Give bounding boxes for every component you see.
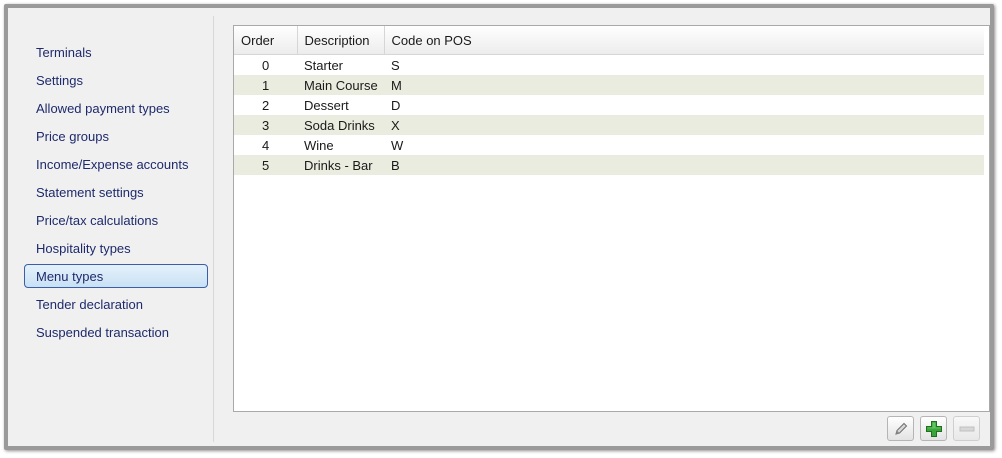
pencil-icon bbox=[894, 422, 907, 435]
grid-toolbar bbox=[887, 416, 980, 441]
plus-icon bbox=[925, 420, 942, 437]
add-button[interactable] bbox=[920, 416, 947, 441]
remove-button[interactable] bbox=[953, 416, 980, 441]
cell-description: Wine bbox=[304, 137, 334, 153]
sidebar-item-statement-settings[interactable]: Statement settings bbox=[24, 180, 208, 204]
menu-types-grid: Order Description Code on POS 0 Starter … bbox=[233, 25, 990, 412]
cell-code-on-pos: S bbox=[391, 57, 400, 73]
cell-description: Dessert bbox=[304, 97, 349, 113]
edit-button[interactable] bbox=[887, 416, 914, 441]
sidebar-nav: Terminals Settings Allowed payment types… bbox=[24, 40, 208, 348]
cell-code-on-pos: B bbox=[384, 155, 984, 175]
cell-order: 3 bbox=[234, 115, 297, 135]
sidebar-item-income-expense-accounts[interactable]: Income/Expense accounts bbox=[24, 152, 208, 176]
table-row[interactable]: 3 Soda Drinks X bbox=[234, 115, 984, 135]
sidebar-item-settings[interactable]: Settings bbox=[24, 68, 208, 92]
sidebar-item-suspended-transaction[interactable]: Suspended transaction bbox=[24, 320, 208, 344]
cell-description: Starter bbox=[304, 57, 344, 73]
column-header-code-on-pos[interactable]: Code on POS bbox=[384, 26, 984, 55]
cell-code-on-pos: W bbox=[391, 137, 404, 153]
table-row[interactable]: 0 Starter S bbox=[234, 55, 984, 76]
sidebar-item-price-tax-calculations[interactable]: Price/tax calculations bbox=[24, 208, 208, 232]
cell-order: 0 bbox=[262, 57, 270, 73]
sidebar: Terminals Settings Allowed payment types… bbox=[16, 16, 214, 442]
cell-code-on-pos: X bbox=[384, 115, 984, 135]
sidebar-item-tender-declaration[interactable]: Tender declaration bbox=[24, 292, 208, 316]
table-row[interactable]: 4 Wine W bbox=[234, 135, 984, 155]
cell-description: Soda Drinks bbox=[297, 115, 384, 135]
sidebar-item-menu-types[interactable]: Menu types bbox=[24, 264, 208, 288]
cell-order: 1 bbox=[234, 75, 297, 95]
cell-order: 4 bbox=[262, 137, 270, 153]
table-row[interactable]: 2 Dessert D bbox=[234, 95, 984, 115]
column-header-description[interactable]: Description bbox=[297, 26, 385, 55]
cell-order: 5 bbox=[234, 155, 297, 175]
sidebar-item-hospitality-types[interactable]: Hospitality types bbox=[24, 236, 208, 260]
sidebar-item-price-groups[interactable]: Price groups bbox=[24, 124, 208, 148]
cell-order: 2 bbox=[262, 97, 270, 113]
cell-description: Drinks - Bar bbox=[297, 155, 384, 175]
table-row[interactable]: 5 Drinks - Bar B bbox=[234, 155, 984, 175]
sidebar-item-terminals[interactable]: Terminals bbox=[24, 40, 208, 64]
window-frame: Terminals Settings Allowed payment types… bbox=[4, 4, 994, 450]
table-header-row: Order Description Code on POS bbox=[234, 26, 984, 55]
table-row[interactable]: 1 Main Course M bbox=[234, 75, 984, 95]
cell-description: Main Course bbox=[297, 75, 384, 95]
cell-code-on-pos: M bbox=[384, 75, 984, 95]
menu-types-table: Order Description Code on POS 0 Starter … bbox=[234, 26, 984, 175]
minus-icon bbox=[959, 426, 974, 431]
column-header-order[interactable]: Order bbox=[234, 26, 298, 55]
sidebar-item-allowed-payment-types[interactable]: Allowed payment types bbox=[24, 96, 208, 120]
cell-code-on-pos: D bbox=[391, 97, 401, 113]
